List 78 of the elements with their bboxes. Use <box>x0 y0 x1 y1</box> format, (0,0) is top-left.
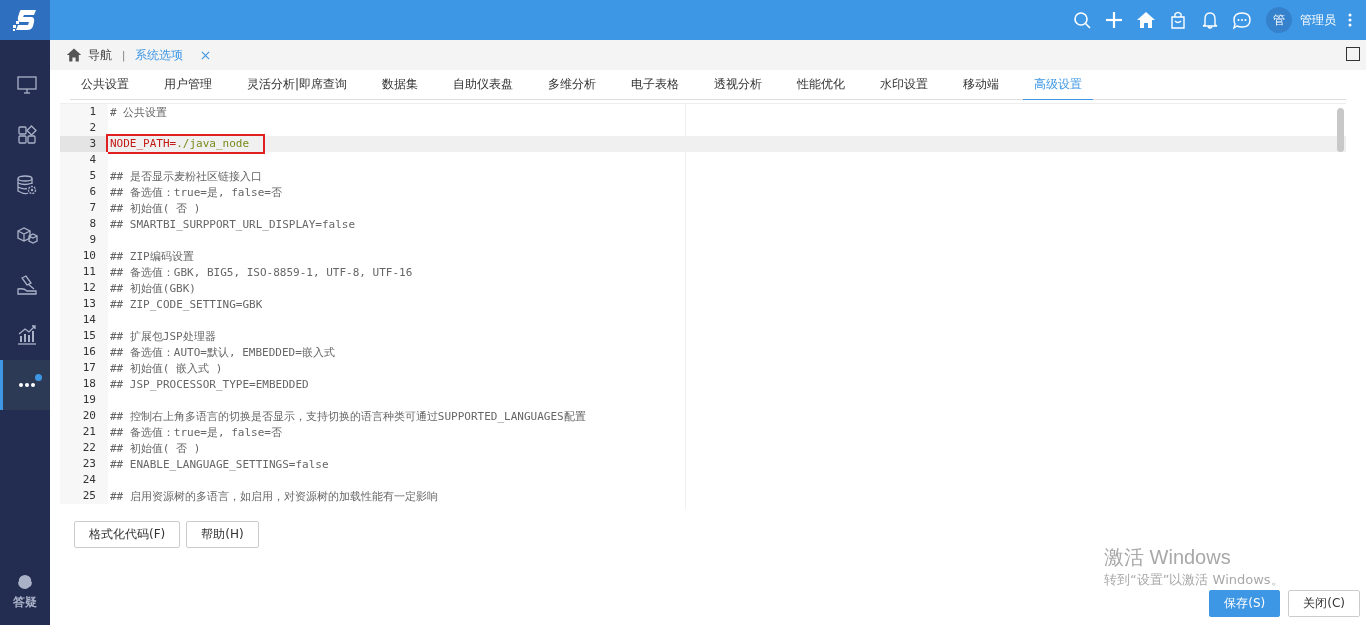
code-comment: ## 初始值(GBK) <box>109 280 196 296</box>
settings-tab[interactable]: 用户管理 <box>153 70 223 100</box>
code-comment: ## 扩展包JSP处理器 <box>109 328 216 344</box>
activation-title: 激活 Windows <box>1104 545 1232 570</box>
code-setting: NODE_PATH=./java_node <box>109 136 250 152</box>
home-icon[interactable] <box>66 47 82 63</box>
code-comment: ## 是否显示麦粉社区链接入口 <box>109 168 262 184</box>
line-number: 10 <box>60 248 108 264</box>
more-menu-icon[interactable] <box>1348 13 1352 27</box>
line-number: 23 <box>60 456 108 472</box>
widgets-icon <box>15 124 38 146</box>
line-number: 12 <box>60 280 108 296</box>
code-editor[interactable] <box>60 103 1346 509</box>
line-number: 19 <box>60 392 108 408</box>
maximize-button[interactable] <box>1346 47 1360 61</box>
line-number: 22 <box>60 440 108 456</box>
sidebar-item[interactable] <box>0 360 50 410</box>
user-avatar[interactable]: 管 <box>1266 7 1292 33</box>
line-number: 13 <box>60 296 108 312</box>
line-number: 14 <box>60 312 108 328</box>
activation-hint: 转到“设置”以激活 Windows。 <box>1104 571 1284 589</box>
bar-chart-icon <box>15 324 38 346</box>
settings-tab[interactable]: 水印设置 <box>869 70 940 100</box>
line-number: 3 <box>60 136 108 152</box>
settings-tab[interactable]: 数据集 <box>371 70 430 100</box>
line-number: 24 <box>60 472 108 488</box>
settings-tab[interactable]: 电子表格 <box>620 70 691 100</box>
code-comment: ## JSP_PROCESSOR_TYPE=EMBEDDED <box>109 377 309 391</box>
close-button[interactable]: 关闭(C) <box>1288 590 1360 617</box>
settings-tab[interactable]: 移动端 <box>952 70 1011 100</box>
settings-tab[interactable]: 自助仪表盘 <box>442 70 525 100</box>
line-number: 15 <box>60 328 108 344</box>
code-comment: ## 初始值( 否 ) <box>109 200 201 216</box>
settings-tab[interactable]: 灵活分析|即席查询 <box>236 70 359 100</box>
code-comment: ## ENABLE_LANGUAGE_SETTINGS=false <box>109 457 329 471</box>
line-number: 25 <box>60 488 108 504</box>
line-number: 16 <box>60 344 108 360</box>
settings-tab[interactable]: 性能优化 <box>786 70 857 100</box>
hammer-icon <box>15 274 38 296</box>
line-number: 8 <box>60 216 108 232</box>
code-comment: # 公共设置 <box>109 104 168 120</box>
code-comment: ## 备选值：GBK, BIG5, ISO-8859-1, UTF-8, UTF-16 <box>109 264 413 280</box>
breadcrumb-separator: | <box>122 49 126 61</box>
code-comment: ## ZIP_CODE_SETTING=GBK <box>109 297 263 311</box>
line-number: 1 <box>60 104 108 120</box>
code-comment: ## ZIP编码设置 <box>109 248 194 264</box>
line-number: 5 <box>60 168 108 184</box>
code-comment: ## 备选值：AUTO=默认, EMBEDDED=嵌入式 <box>109 344 335 360</box>
editor-button[interactable]: 帮助(H) <box>186 521 259 548</box>
line-number: 6 <box>60 184 108 200</box>
code-comment: ## 初始值( 否 ) <box>109 440 201 456</box>
line-number: 4 <box>60 152 108 168</box>
database-gear-icon <box>15 174 38 196</box>
scrollbar-thumb[interactable] <box>1337 108 1344 152</box>
code-comment: ## 备选值：true=是, false=否 <box>109 424 282 440</box>
help-label[interactable]: 答疑 <box>13 594 37 611</box>
close-icon[interactable] <box>201 50 211 60</box>
line-number: 2 <box>60 120 108 136</box>
code-comment: ## 备选值：true=是, false=否 <box>109 184 282 200</box>
settings-tab[interactable]: 公共设置 <box>70 70 140 100</box>
more-icon <box>18 383 35 387</box>
line-number: 20 <box>60 408 108 424</box>
line-number: 7 <box>60 200 108 216</box>
code-comment: ## 启用资源树的多语言，如启用，对资源树的加载性能有一定影响 <box>109 488 438 504</box>
code-comment: ## SMARTBI_SURPPORT_URL_DISPLAY=false <box>109 217 356 231</box>
settings-tab[interactable]: 多维分析 <box>537 70 608 100</box>
nav-link[interactable]: 导航 <box>88 46 112 64</box>
logo-icon <box>12 7 38 33</box>
line-number: 18 <box>60 376 108 392</box>
line-number: 17 <box>60 360 108 376</box>
line-number: 11 <box>60 264 108 280</box>
line-number: 9 <box>60 232 108 248</box>
monitor-icon <box>15 74 38 96</box>
code-comment: ## 控制右上角多语言的切换是否显示，支持切换的语言种类可通过SUPPORTED_LANGUAGES配置 <box>109 408 586 424</box>
code-comment: ## 初始值( 嵌入式 ) <box>109 360 223 376</box>
editor-button[interactable]: 格式化代码(F) <box>74 521 181 548</box>
settings-tab[interactable]: 透视分析 <box>703 70 774 100</box>
line-number: 21 <box>60 424 108 440</box>
